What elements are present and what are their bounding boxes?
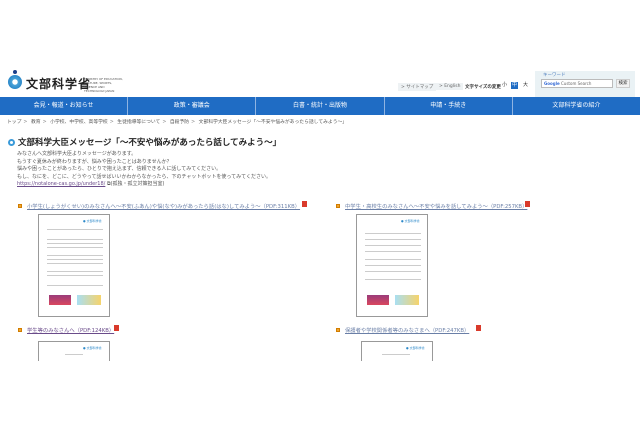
thumb-logo: ● 文部科学省 <box>83 219 102 223</box>
logo-english: MINISTRY OF EDUCATION, CULTURE, SPORTS, … <box>84 77 123 93</box>
logo-dot <box>13 70 17 74</box>
pdf-icon <box>114 325 119 331</box>
crumb-top[interactable]: トップ <box>7 120 21 125</box>
message-body: みなさんへ文部科学大臣よりメッセージがあります。 もうすぐ夏休みが終わりますが、… <box>17 151 271 189</box>
thumb-logo: ● 文部科学省 <box>406 346 425 350</box>
bullet-icon <box>336 328 340 332</box>
font-small-button[interactable]: 小 <box>501 82 508 89</box>
search-input[interactable]: Google Custom Search <box>541 79 613 88</box>
search-placeholder: Custom Search <box>561 81 592 86</box>
pdf-icon <box>525 201 530 207</box>
nav-policy[interactable]: 政策・審議会 <box>128 97 257 115</box>
thumb-logo: ● 文部科学省 <box>401 219 420 223</box>
bullet-icon <box>18 204 22 208</box>
nav-publications[interactable]: 白書・統計・出版物 <box>256 97 385 115</box>
doc-thumbnail-elementary[interactable]: ● 文部科学省 <box>38 214 110 317</box>
sitemap-link[interactable]: > サイトマップ <box>398 83 437 91</box>
link-note: (孤独・孤立対策担当室) <box>110 181 165 188</box>
pdf-icon <box>476 325 481 331</box>
crumb-schools[interactable]: 小学校、中学校、高等学校 <box>50 120 108 125</box>
crumb-education[interactable]: 教育 <box>31 120 41 125</box>
main-nav: 会見・報道・お知らせ 政策・審議会 白書・統計・出版物 申請・手続き 文部科学省… <box>0 97 640 115</box>
doc-thumbnail-students[interactable]: ● 文部科学省 <box>38 341 110 361</box>
thumb-logo: ● 文部科学省 <box>83 346 102 350</box>
body-line: 悩みや困ったことがあったら、ひとりで抱え込まず、信頼できる人に話してみてください… <box>17 166 222 173</box>
doc-link-guardians[interactable]: 保護者や学校関係者等のみなさまへ（PDF:247KB） <box>345 326 469 334</box>
breadcrumb: トップ > 教育 > 小学校、中学校、高等学校 > 生徒指導等について > 自殺予防 > … <box>7 120 348 125</box>
nav-about[interactable]: 文部科学省の紹介 <box>513 97 640 115</box>
doc-thumbnail-junior-high[interactable]: ● 文部科学省 <box>356 214 428 317</box>
pdf-icon <box>302 201 307 207</box>
search-button[interactable]: 検索 <box>616 79 630 88</box>
doc-link-junior-high[interactable]: 中学生・高校生のみなさんへ～不安や悩みを話してみよう～（PDF:257KB） <box>345 202 527 210</box>
crumb-suicide-prevention[interactable]: 自殺予防 <box>170 120 189 125</box>
bullet-icon <box>336 204 340 208</box>
search-label: キーワード <box>543 73 566 78</box>
bullet-icon <box>18 328 22 332</box>
doc-thumbnail-guardians[interactable]: ● 文部科学省 <box>361 341 433 361</box>
english-link[interactable]: > English <box>436 83 464 90</box>
font-large-button[interactable]: 大 <box>522 82 529 89</box>
font-medium-button[interactable]: 中 <box>511 82 518 89</box>
body-line: みなさんへ文部科学大臣よりメッセージがあります。 <box>17 151 137 157</box>
title-circle-icon <box>8 139 15 146</box>
page-title: 文部科学大臣メッセージ「～不安や悩みがあったら話してみよう～」 <box>18 138 282 148</box>
nav-applications[interactable]: 申請・手続き <box>385 97 513 115</box>
doc-link-elementary[interactable]: 小学生(しょうがくせい)のみなさんへ～不安(ふあん)や悩(なや)みがあったら話(… <box>27 202 300 210</box>
chatbot-link[interactable]: https://notalone-cas.go.jp/under18/ <box>17 181 105 187</box>
google-logo: Google <box>544 81 560 86</box>
crumb-current: 文部科学大臣メッセージ「～不安や悩みがあったら話してみよう～」 <box>198 120 348 125</box>
doc-link-students[interactable]: 学生等のみなさんへ（PDF:124KB） <box>27 326 114 334</box>
crumb-guidance[interactable]: 生徒指導等について <box>117 120 160 125</box>
logo-text[interactable]: 文部科学省 <box>26 75 91 92</box>
nav-press[interactable]: 会見・報道・お知らせ <box>0 97 129 115</box>
mext-logo-icon[interactable] <box>8 75 22 89</box>
font-size-label: 文字サイズの変更 <box>465 85 501 90</box>
